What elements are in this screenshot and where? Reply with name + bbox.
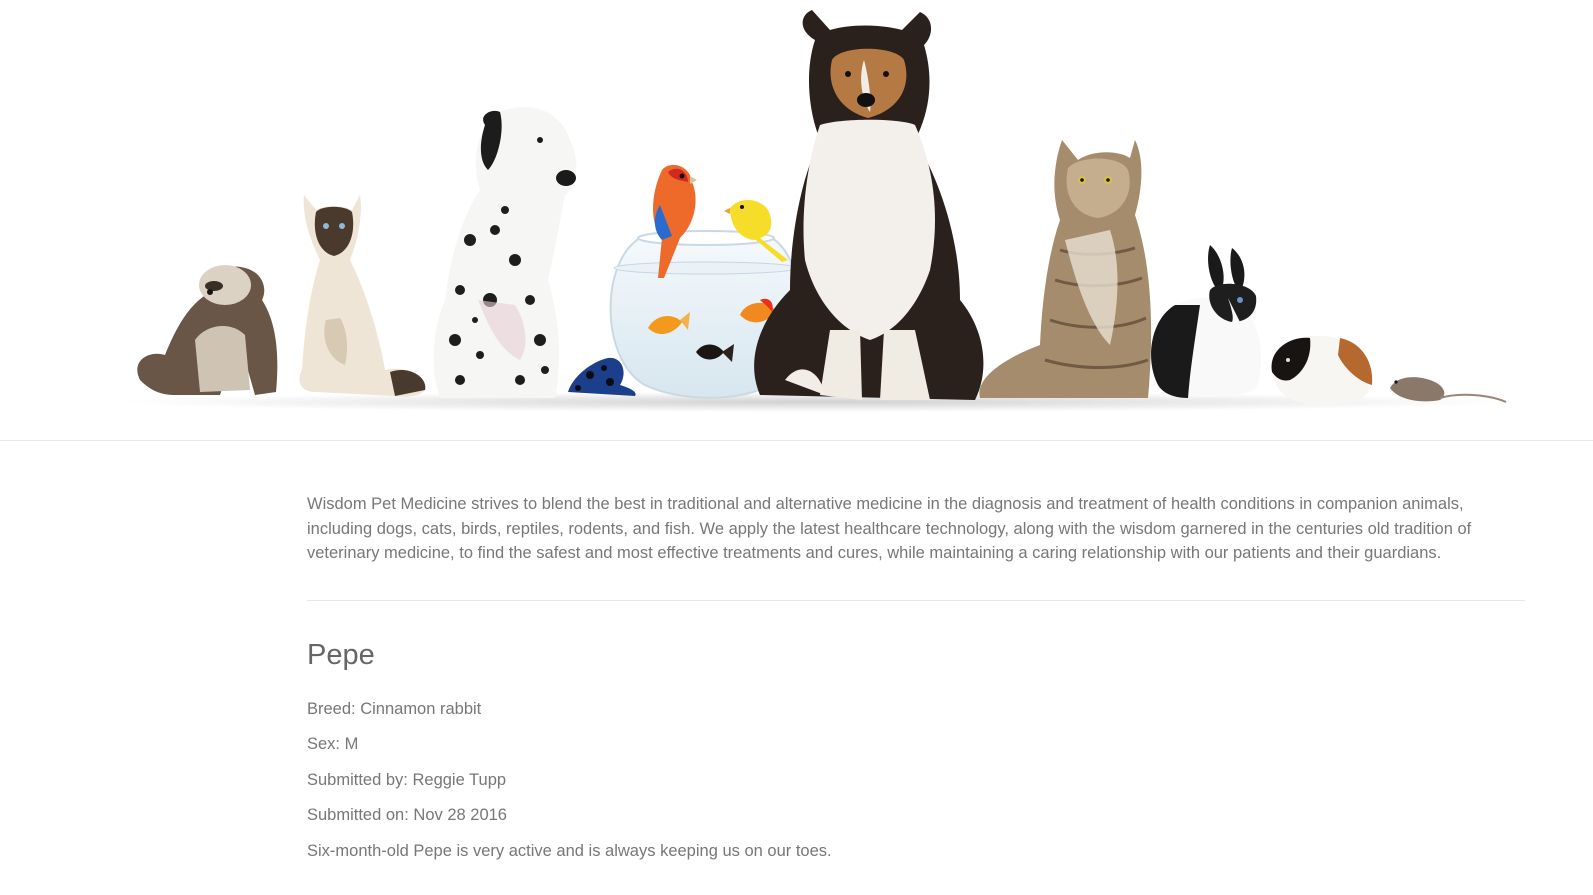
pet-submitted-on-row: Submitted on: Nov 28 2016 xyxy=(307,805,1525,825)
sheltie-dog-image xyxy=(754,10,984,400)
submitted-by-value: Reggie Tupp xyxy=(412,770,507,789)
breed-value: Cinnamon rabbit xyxy=(360,699,482,718)
hero-banner xyxy=(0,0,1593,441)
sex-value: M xyxy=(344,735,359,753)
pet-details: Breed: Cinnamon rabbit Sex: M Submitted … xyxy=(307,699,1525,861)
pet-name-heading: Pepe xyxy=(307,638,375,671)
section-divider xyxy=(307,599,1525,601)
pet-sex-row: Sex: M xyxy=(307,734,1525,754)
pet-submitted-by-row: Submitted by: Reggie Tupp xyxy=(307,770,1525,790)
guinea-pig-image xyxy=(1271,336,1373,405)
intro-paragraph: Wisdom Pet Medicine strives to blend the… xyxy=(307,495,1472,562)
submitted-on-label: Submitted on: xyxy=(307,806,414,824)
dalmatian-puppy-image xyxy=(433,107,577,398)
pet-breed-row: Breed: Cinnamon rabbit xyxy=(307,699,1525,719)
breed-label: Breed: xyxy=(307,699,361,718)
sex-label: Sex: xyxy=(307,735,345,753)
submitted-by-label: Submitted by: xyxy=(307,770,413,789)
main-content: Wisdom Pet Medicine strives to blend the… xyxy=(307,492,1525,876)
tabby-cat-image xyxy=(979,140,1152,398)
pet-description: Six-month-old Pepe is very active and is… xyxy=(307,841,832,860)
dutch-rabbit-image xyxy=(1151,245,1261,398)
submitted-on-value: Nov 28 2016 xyxy=(413,806,507,824)
pets-hero-image xyxy=(115,10,1515,412)
siamese-cat-image xyxy=(299,195,426,397)
ferret-image xyxy=(137,265,278,395)
